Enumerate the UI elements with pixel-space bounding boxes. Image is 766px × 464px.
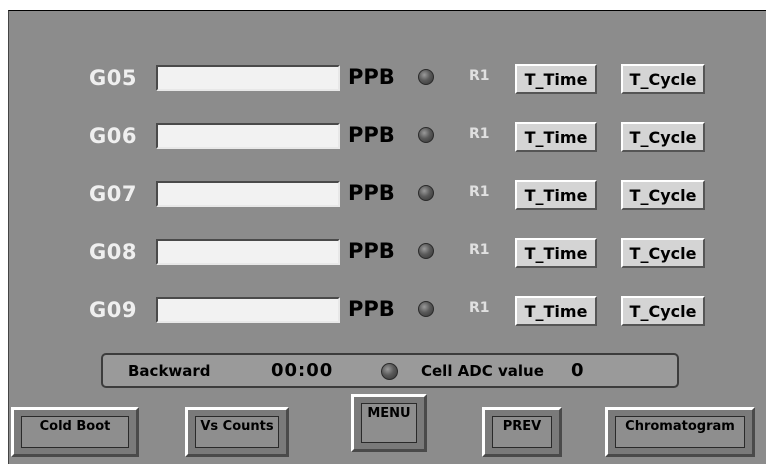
t-time-button[interactable]: T_Time — [515, 122, 597, 152]
elapsed-time: 00:00 — [271, 360, 334, 381]
t-cycle-button[interactable]: T_Cycle — [621, 238, 705, 268]
gas-label: G05 — [89, 66, 137, 90]
unit-label: PPB — [348, 181, 395, 205]
concentration-field — [156, 123, 340, 149]
range-label: R1 — [469, 68, 490, 84]
status-bar: Backward 00:00 Cell ADC value 0 — [101, 353, 679, 388]
concentration-field — [156, 297, 340, 323]
menu-button[interactable]: MENU — [351, 394, 427, 452]
chromatogram-label: Chromatogram — [615, 416, 745, 448]
adc-value: 0 — [571, 360, 584, 381]
unit-label: PPB — [348, 297, 395, 321]
unit-label: PPB — [348, 123, 395, 147]
unit-label: PPB — [348, 65, 395, 89]
status-led-icon — [418, 185, 434, 201]
range-label: R1 — [469, 300, 490, 316]
main-panel: G05 PPB R1 T_Time T_Cycle G06 PPB R1 T_T… — [8, 10, 766, 464]
gas-label: G07 — [89, 182, 137, 206]
cold-boot-button[interactable]: Cold Boot — [11, 407, 139, 457]
prev-button[interactable]: PREV — [482, 407, 562, 457]
t-time-button[interactable]: T_Time — [515, 64, 597, 94]
range-label: R1 — [469, 184, 490, 200]
status-led-icon — [418, 243, 434, 259]
gas-row-g07: G07 PPB R1 T_Time T_Cycle — [9, 179, 766, 213]
prev-label: PREV — [492, 416, 552, 448]
concentration-field — [156, 65, 340, 91]
vs-counts-button[interactable]: Vs Counts — [185, 407, 289, 457]
gas-label: G06 — [89, 124, 137, 148]
gas-label: G09 — [89, 298, 137, 322]
status-led-icon — [418, 69, 434, 85]
t-cycle-button[interactable]: T_Cycle — [621, 122, 705, 152]
concentration-field — [156, 239, 340, 265]
t-cycle-button[interactable]: T_Cycle — [621, 64, 705, 94]
cold-boot-label: Cold Boot — [21, 416, 129, 448]
t-time-button[interactable]: T_Time — [515, 296, 597, 326]
t-cycle-button[interactable]: T_Cycle — [621, 296, 705, 326]
unit-label: PPB — [348, 239, 395, 263]
status-led-icon — [381, 363, 398, 380]
gas-row-g09: G09 PPB R1 T_Time T_Cycle — [9, 295, 766, 329]
range-label: R1 — [469, 242, 490, 258]
menu-label: MENU — [361, 403, 417, 443]
range-label: R1 — [469, 126, 490, 142]
t-cycle-button[interactable]: T_Cycle — [621, 180, 705, 210]
adc-label: Cell ADC value — [421, 362, 544, 380]
direction-label: Backward — [128, 362, 211, 380]
chromatogram-button[interactable]: Chromatogram — [605, 407, 755, 457]
gas-row-g05: G05 PPB R1 T_Time T_Cycle — [9, 63, 766, 97]
t-time-button[interactable]: T_Time — [515, 180, 597, 210]
vs-counts-label: Vs Counts — [195, 416, 279, 448]
gas-row-g06: G06 PPB R1 T_Time T_Cycle — [9, 121, 766, 155]
status-led-icon — [418, 127, 434, 143]
gas-row-g08: G08 PPB R1 T_Time T_Cycle — [9, 237, 766, 271]
gas-label: G08 — [89, 240, 137, 264]
concentration-field — [156, 181, 340, 207]
t-time-button[interactable]: T_Time — [515, 238, 597, 268]
status-led-icon — [418, 301, 434, 317]
